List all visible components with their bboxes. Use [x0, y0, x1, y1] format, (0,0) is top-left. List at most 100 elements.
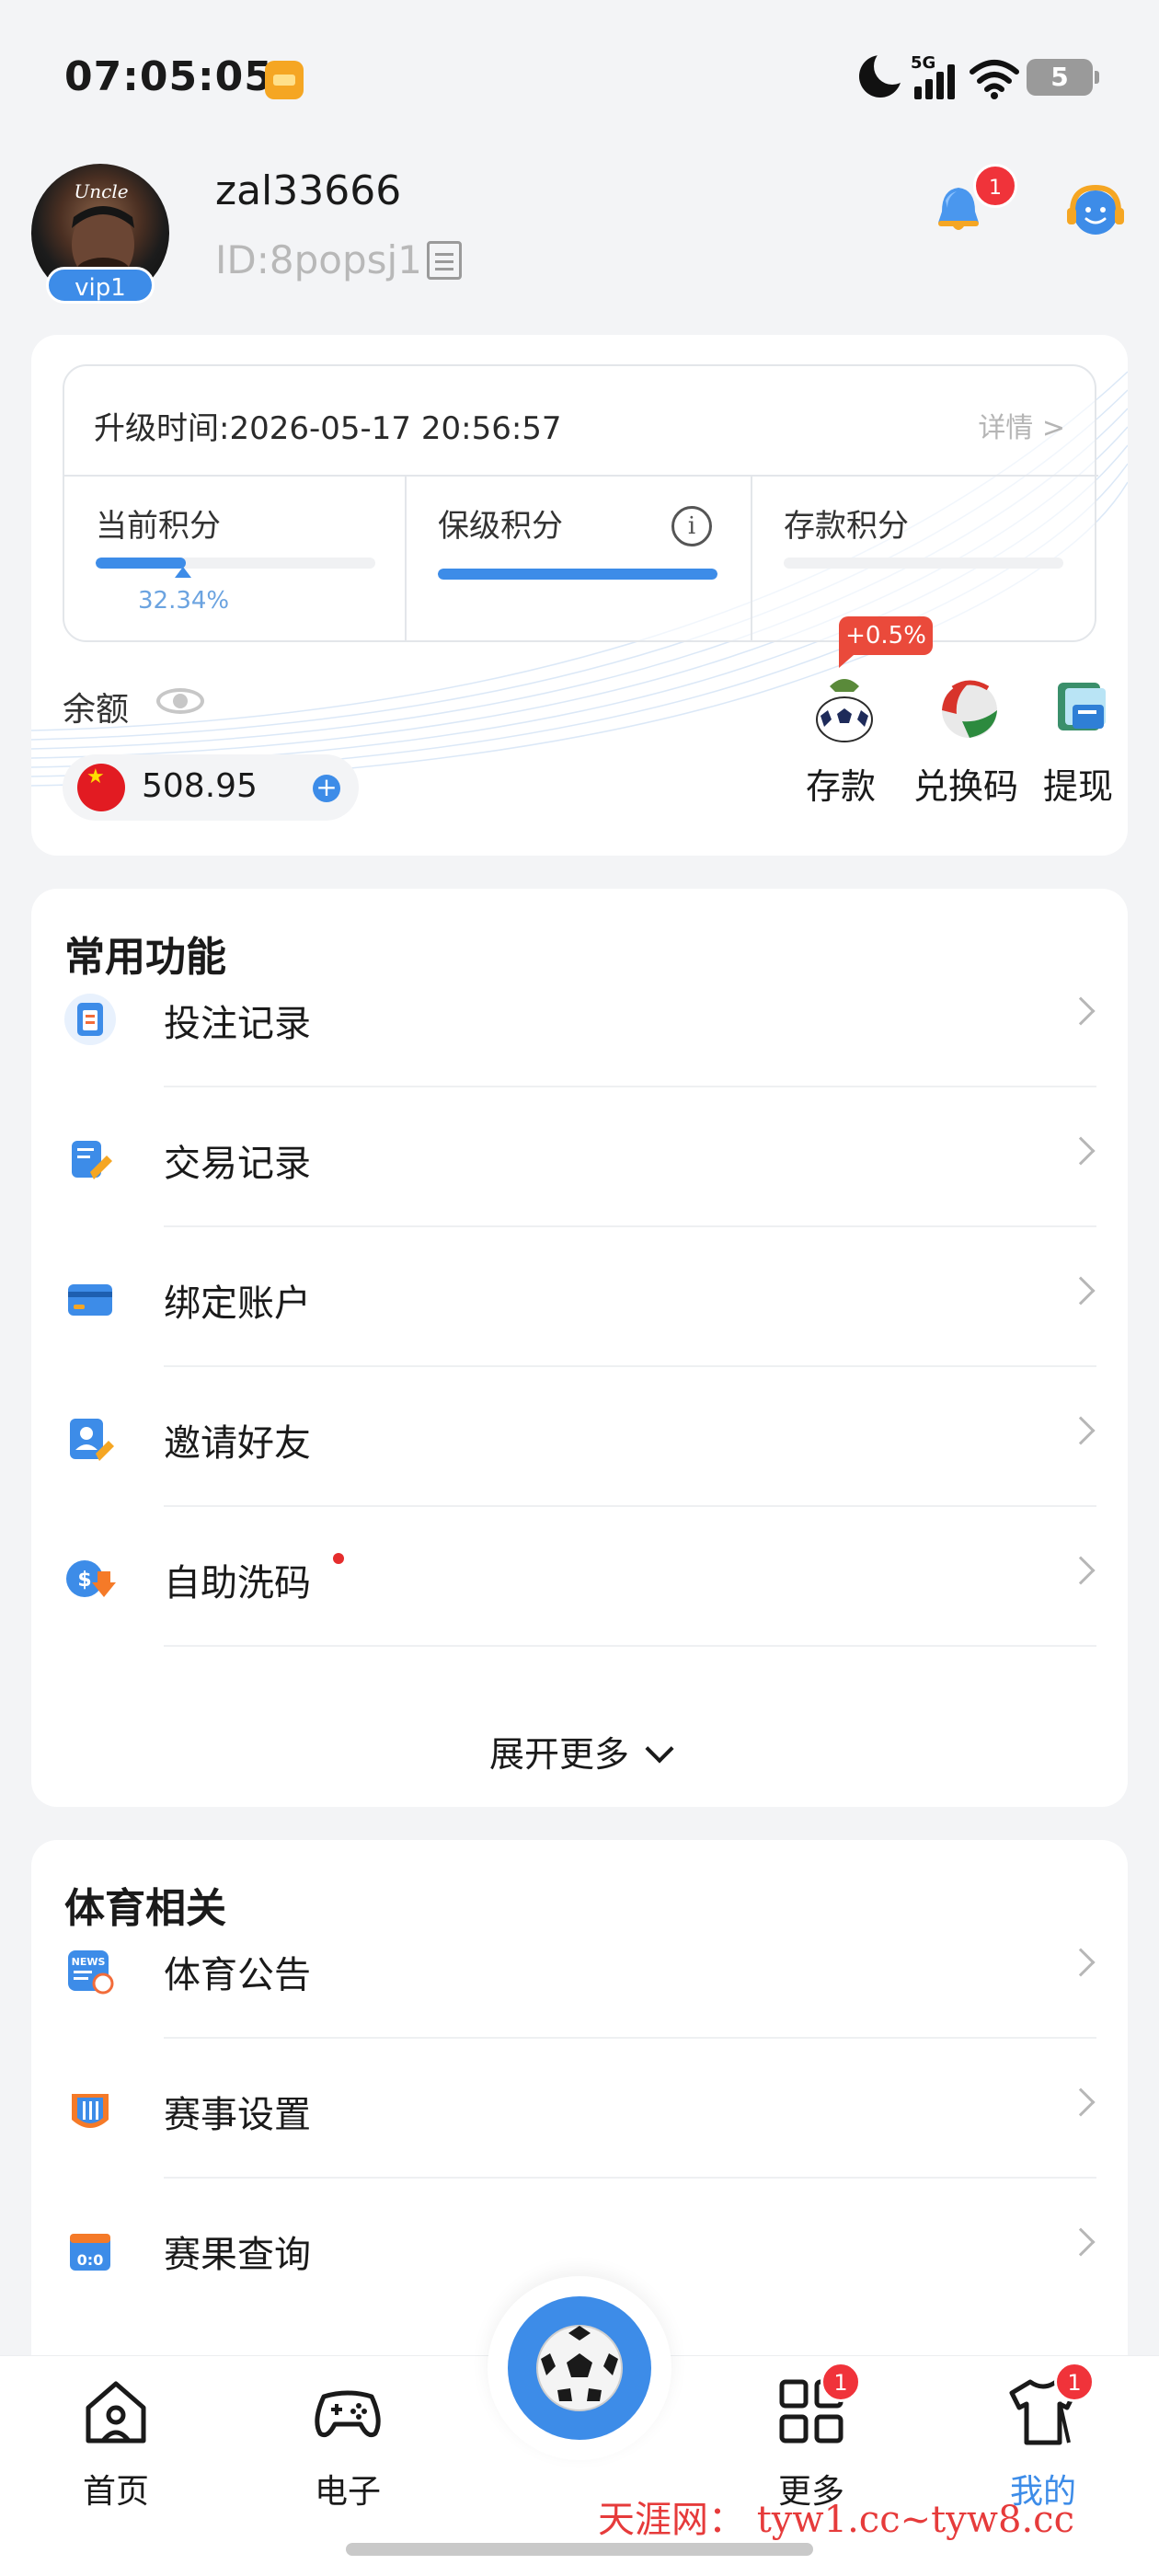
- withdraw-icon: [1058, 683, 1106, 730]
- balance-label: 余额: [63, 691, 130, 729]
- soccer-ball-icon: [536, 2325, 623, 2411]
- user-id: ID:8popsj1: [215, 237, 422, 282]
- home-icon: [86, 2381, 146, 2444]
- nav-badge-mine: 1: [1054, 2362, 1095, 2402]
- balance-pill: 508.95 +: [63, 754, 359, 821]
- transaction-record-icon: [72, 1141, 112, 1179]
- list-item-self-rebate[interactable]: $ 自助洗码: [31, 1507, 1128, 1647]
- invite-friends-label: 邀请好友: [164, 1422, 311, 1465]
- nav-badge-more: 1: [820, 2362, 861, 2402]
- battery-level: 5: [1050, 62, 1069, 92]
- self-rebate-label: 自助洗码: [164, 1562, 311, 1604]
- list-item-transaction-record[interactable]: 交易记录: [31, 1087, 1128, 1227]
- upgrade-time: 升级时间:2026-05-17 20:56:57: [94, 410, 562, 447]
- network-type: 5G: [911, 53, 936, 73]
- screen-record-icon: [265, 61, 304, 99]
- keep-points-column: 保级积分 i: [407, 477, 752, 642]
- list-item-sports-news[interactable]: NEWS 体育公告: [31, 1899, 1128, 2039]
- gamepad-icon: [315, 2390, 381, 2438]
- svg-text:NEWS: NEWS: [72, 1956, 106, 1968]
- cellular-signal-icon: 5G: [911, 53, 962, 99]
- keep-points-progress-fill: [438, 569, 717, 580]
- balance-value: 508.95: [142, 767, 258, 805]
- current-points-label: 当前积分: [96, 508, 221, 545]
- china-flag-icon: [77, 764, 125, 811]
- svg-text:0:0: 0:0: [77, 2251, 104, 2269]
- match-results-label: 赛果查询: [164, 2234, 311, 2276]
- redeem-code-icon: [942, 680, 997, 738]
- common-functions-card: 常用功能 投注记录 交易记录 绑定账户 邀请好友 $ 自助洗码 展开更多: [31, 889, 1128, 1807]
- bind-account-icon: [68, 1284, 112, 1316]
- list-item-bet-record[interactable]: 投注记录: [31, 948, 1128, 1087]
- expand-more-label: 展开更多: [488, 1734, 629, 1775]
- current-points-column: 当前积分 32.34%: [64, 477, 407, 642]
- vip-badge: vip1: [46, 267, 155, 304]
- self-rebate-icon: $: [66, 1560, 116, 1597]
- chevron-right-icon: [1066, 1276, 1096, 1305]
- invite-friends-icon: [70, 1419, 114, 1461]
- bind-account-label: 绑定账户: [164, 1282, 311, 1325]
- progress-marker-icon: [175, 567, 191, 578]
- sports-news-icon: NEWS: [68, 1950, 114, 1995]
- eye-icon[interactable]: [156, 688, 204, 714]
- deposit-bonus-tag: +0.5%: [839, 616, 933, 668]
- keep-points-progress: [438, 569, 717, 580]
- chevron-right-icon: [1066, 1948, 1096, 1977]
- notification-badge: 1: [973, 164, 1017, 208]
- match-settings-label: 赛事设置: [164, 2094, 311, 2136]
- chevron-right-icon: [1066, 2227, 1096, 2257]
- deposit-label: 存款: [805, 766, 876, 807]
- deposit-button[interactable]: 存款: [776, 668, 905, 834]
- wifi-icon: [970, 60, 1019, 99]
- withdraw-button[interactable]: 提现: [1014, 668, 1128, 834]
- chevron-right-icon: [1066, 996, 1096, 1026]
- redeem-code-label: 兑换码: [912, 766, 1018, 807]
- chevron-right-icon: [1066, 1556, 1096, 1585]
- chevron-right-icon: [1066, 2087, 1096, 2117]
- details-link[interactable]: 详情 >: [978, 405, 1065, 445]
- nav-label-electronic: 电子: [314, 2473, 381, 2511]
- upgrade-row[interactable]: 升级时间:2026-05-17 20:56:57 详情 >: [64, 366, 1098, 477]
- nav-item-home[interactable]: 首页: [42, 2375, 189, 2531]
- customer-service-icon[interactable]: [1063, 178, 1128, 243]
- sports-news-label: 体育公告: [164, 1954, 311, 1996]
- vip-level-panel: 升级时间:2026-05-17 20:56:57 详情 > 当前积分 32.34…: [63, 364, 1098, 642]
- chevron-right-icon: [1066, 1136, 1096, 1166]
- username: zal33666: [215, 167, 402, 214]
- home-indicator[interactable]: [346, 2543, 813, 2556]
- list-item-bind-account[interactable]: 绑定账户: [31, 1227, 1128, 1367]
- list-item-invite-friends[interactable]: 邀请好友: [31, 1367, 1128, 1507]
- watermark-text: 天涯网： tyw1.cc~tyw8.cc: [598, 2499, 1074, 2541]
- add-funds-icon[interactable]: +: [313, 775, 340, 802]
- redeem-code-button[interactable]: 兑换码: [901, 668, 1030, 834]
- expand-more-button[interactable]: 展开更多: [31, 1726, 1128, 1777]
- battery-icon: 5: [1027, 59, 1099, 96]
- nav-item-electronic[interactable]: 电子: [274, 2375, 421, 2531]
- match-results-icon: 0:0: [70, 2234, 110, 2271]
- status-time: 07:05:05: [64, 53, 273, 100]
- chevron-down-icon: [645, 1734, 674, 1764]
- current-points-progress-fill: [96, 558, 187, 569]
- sports-center-button[interactable]: [488, 2276, 671, 2460]
- bet-record-icon: [64, 994, 116, 1045]
- current-points-progress: [96, 558, 375, 569]
- transaction-record-label: 交易记录: [164, 1143, 311, 1185]
- bet-record-label: 投注记录: [164, 1003, 311, 1045]
- svg-text:$: $: [77, 1569, 91, 1592]
- info-icon[interactable]: i: [671, 506, 712, 546]
- do-not-disturb-icon: [859, 48, 911, 98]
- status-bar: 07:05:05 5G 5: [0, 0, 1159, 156]
- deposit-icon: [816, 679, 873, 742]
- deposit-points-label: 存款积分: [784, 508, 909, 545]
- keep-points-label: 保级积分: [438, 508, 563, 545]
- chevron-right-icon: [1066, 1416, 1096, 1445]
- new-indicator-dot: [333, 1553, 344, 1564]
- withdraw-label: 提现: [1042, 766, 1113, 807]
- vip-card: 升级时间:2026-05-17 20:56:57 详情 > 当前积分 32.34…: [31, 335, 1128, 856]
- deposit-points-progress: [784, 558, 1063, 569]
- current-points-percent: 32.34%: [138, 587, 230, 615]
- copy-icon[interactable]: [427, 241, 462, 280]
- match-settings-icon: [72, 2094, 109, 2128]
- list-item-match-settings[interactable]: 赛事设置: [31, 2039, 1128, 2179]
- nav-label-home: 首页: [82, 2473, 149, 2511]
